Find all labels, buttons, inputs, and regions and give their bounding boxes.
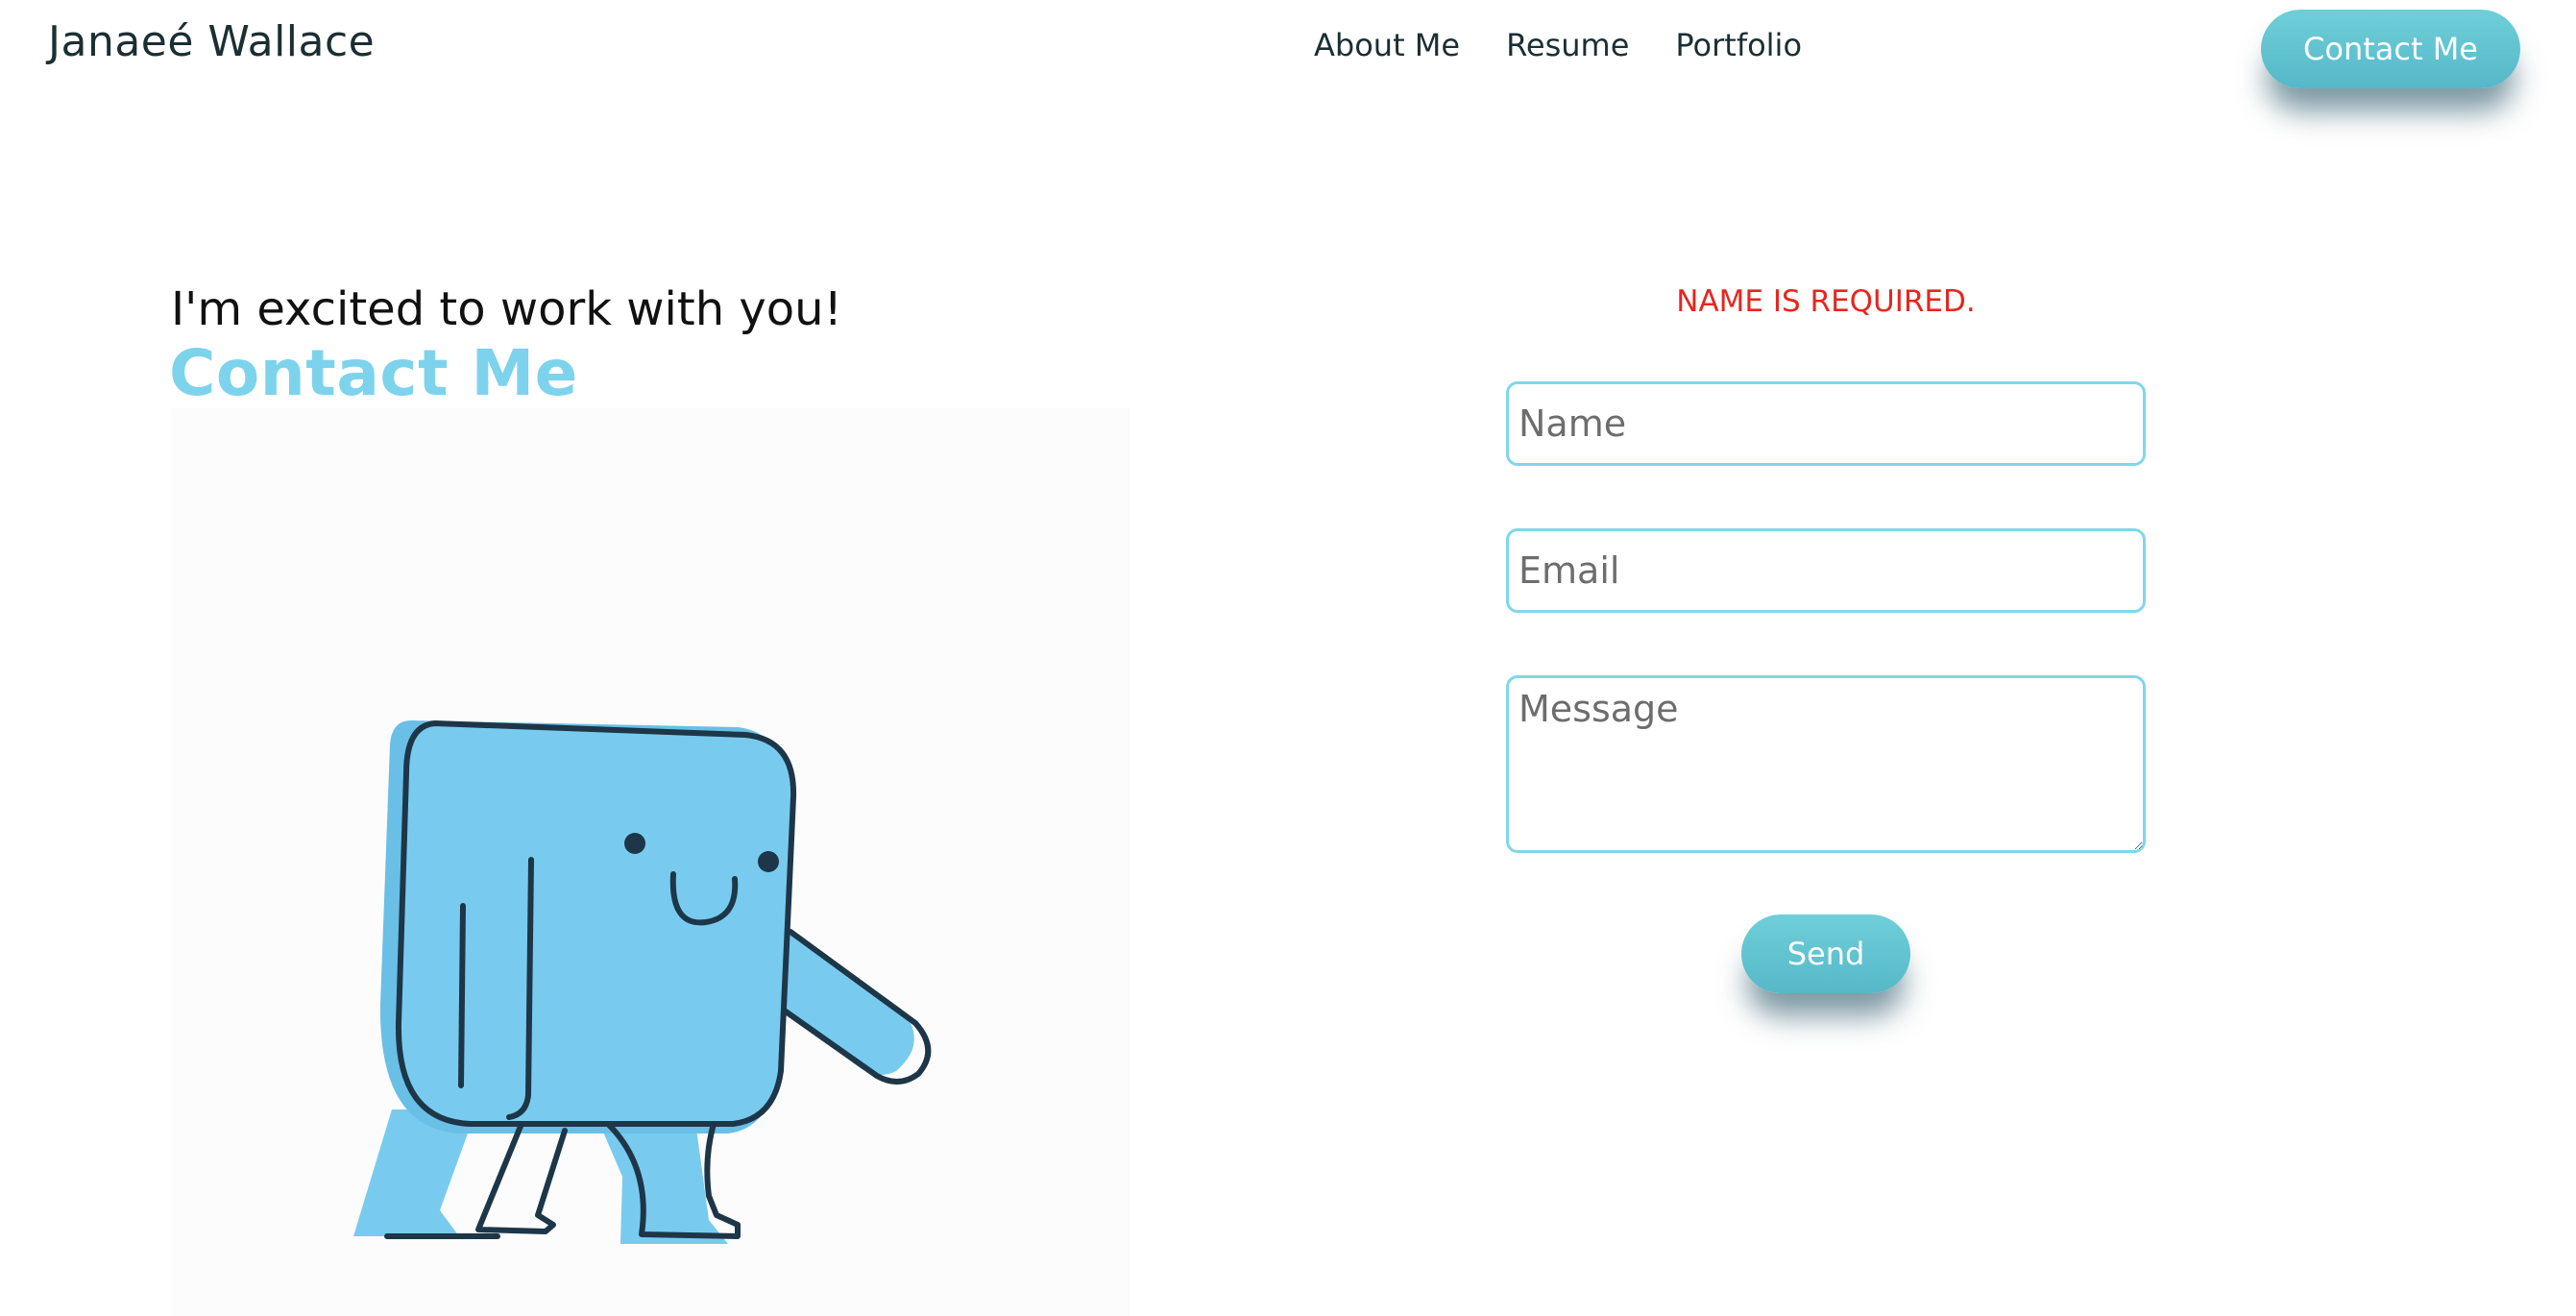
nav-about-me[interactable]: About Me [1314,27,1460,63]
nav-portfolio[interactable]: Portfolio [1675,27,1802,63]
walking-character-icon [353,720,932,1244]
main-nav: About Me Resume Portfolio [1314,27,1802,63]
site-header: Janaeé Wallace About Me Resume Portfolio… [0,0,2576,98]
email-input[interactable] [1506,528,2146,613]
brand-name[interactable]: Janaeé Wallace [48,17,375,66]
header-contact-button[interactable]: Contact Me [2261,10,2520,88]
message-textarea[interactable] [1506,675,2146,853]
page-title: Contact Me [169,336,578,410]
name-required-error: NAME IS REQUIRED. [1676,284,1976,319]
nav-resume[interactable]: Resume [1506,27,1629,63]
walking-character-illustration [171,408,1130,1316]
send-button[interactable]: Send [1741,914,1910,993]
intro-text: I'm excited to work with you! [171,282,842,336]
name-input[interactable] [1506,381,2146,466]
